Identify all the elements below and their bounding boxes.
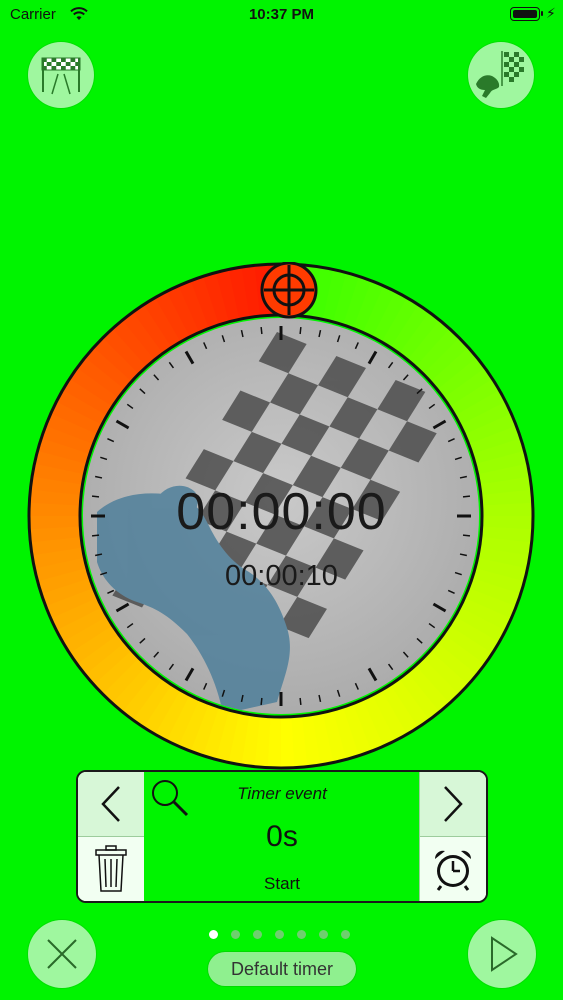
close-icon [47,939,77,969]
panel-left-column [78,772,145,901]
page-dot[interactable] [341,930,350,939]
racer-with-flag-icon [476,51,524,98]
page-dot[interactable] [275,930,284,939]
reset-button[interactable] [28,920,96,988]
event-info[interactable]: Timer event 0s Start [144,772,420,901]
event-duration: 0s [266,820,298,853]
alarm-button[interactable] [420,837,486,901]
timer-event-panel: Timer event 0s Start [76,770,488,903]
page-dot[interactable] [253,930,262,939]
clock-time: 10:37 PM [248,6,315,23]
trash-icon [95,845,127,892]
battery-icon [510,7,543,21]
checkered-finish-line-icon [41,57,81,95]
chevron-left-icon [101,786,120,822]
sub-timer-display: 00:00:10 [225,560,338,592]
alarm-clock-icon [434,850,472,891]
event-status: Start [264,874,300,893]
previous-event-button[interactable] [78,772,144,837]
charging-bolt-icon: ⚡ [546,5,556,21]
status-bar: Carrier 10:37 PM ⚡ [0,0,563,30]
page-dot[interactable] [231,930,240,939]
page-dot[interactable] [297,930,306,939]
next-event-button[interactable] [420,772,486,837]
chevron-right-icon [444,786,463,822]
racer-flag-button[interactable] [468,42,534,108]
page-dot[interactable] [319,930,328,939]
finish-line-button[interactable] [28,42,94,108]
preset-name-button[interactable]: Default timer [208,952,356,986]
page-dot[interactable] [209,930,218,939]
event-title: Timer event [237,784,327,803]
panel-right-column [419,772,486,901]
crosshair-icon[interactable] [260,262,318,319]
page-indicator[interactable] [209,930,359,942]
delete-event-button[interactable] [78,837,144,901]
start-button[interactable] [468,920,536,988]
play-icon [491,936,518,972]
main-timer-display: 00:00:00 [176,483,387,541]
